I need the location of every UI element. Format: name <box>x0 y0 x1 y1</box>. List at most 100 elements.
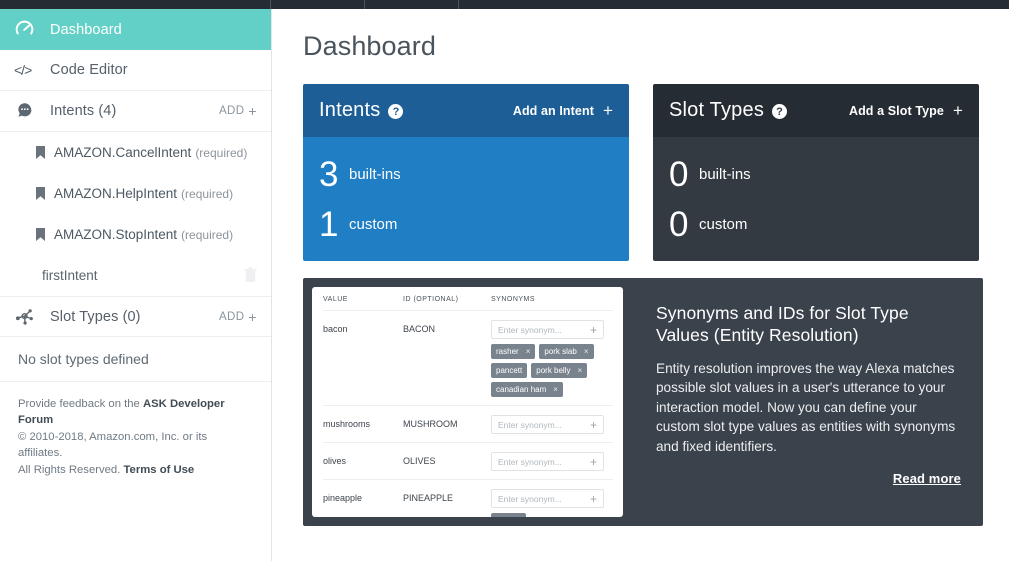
intent-name: AMAZON.HelpIntent <box>54 186 178 201</box>
promo-text: Synonyms and IDs for Slot Type Values (E… <box>631 278 983 526</box>
plus-icon: + <box>602 101 613 120</box>
stat-value: 0 <box>669 204 689 244</box>
add-slot-type-label: ADD <box>218 310 245 323</box>
stat-value: 0 <box>669 154 689 194</box>
slot-values-table: VALUE ID (OPTIONAL) SYNONYMS bacon BACON… <box>312 287 623 517</box>
close-icon[interactable]: × <box>516 516 521 517</box>
cell-value: pineapple <box>323 493 363 503</box>
sidebar-item-code-editor[interactable]: </> Code Editor <box>0 50 271 91</box>
table-row: bacon BACON Enter synonym... + rasher × p… <box>323 311 613 406</box>
summary-cards: Intents ? Add an Intent + 3 built-ins 1 … <box>303 84 979 261</box>
slot-types-card-body: 0 built-ins 0 custom <box>653 137 979 261</box>
stat-custom: 0 custom <box>669 199 963 249</box>
read-more-link[interactable]: Read more <box>656 471 961 486</box>
list-item[interactable]: firstIntent <box>0 255 271 296</box>
code-icon: </> <box>14 62 32 78</box>
stat-custom: 1 custom <box>319 199 613 249</box>
close-icon[interactable]: × <box>526 347 531 356</box>
list-item[interactable]: AMAZON.CancelIntent (required) <box>0 132 271 173</box>
add-slot-type-button[interactable]: ADD + <box>219 310 257 324</box>
synonym-chip[interactable]: pork belly × <box>531 363 588 378</box>
add-intent-label: ADD <box>218 105 245 117</box>
chip-label: pork slab <box>544 347 577 356</box>
bookmark-icon <box>36 228 45 241</box>
chip-label: canadian ham <box>496 385 547 394</box>
slot-types-card-title: Slot Types <box>669 99 765 121</box>
plus-icon[interactable]: + <box>590 419 597 431</box>
intents-icon <box>14 100 40 122</box>
footer-rights-text: All Rights Reserved. <box>18 463 124 476</box>
synonym-placeholder: Enter synonym... <box>498 493 562 504</box>
app-root: Dashboard </> Code Editor Intents (4) AD… <box>0 0 1009 561</box>
intent-name: AMAZON.StopIntent <box>54 227 178 242</box>
intent-required-badge: (required) <box>181 227 234 242</box>
column-header-synonyms: SYNONYMS <box>491 296 536 303</box>
stat-label: built-ins <box>349 165 401 183</box>
synonym-chip[interactable]: fruit × <box>491 513 527 517</box>
cell-synonyms: Enter synonym... + <box>491 452 613 471</box>
stat-label: custom <box>699 215 748 233</box>
synonym-input[interactable]: Enter synonym... + <box>491 489 604 508</box>
chip-label: rasher <box>496 347 519 356</box>
close-icon[interactable]: × <box>584 347 589 356</box>
synonym-chip[interactable]: pork slab × <box>539 344 594 359</box>
footer-line-1: Provide feedback on the ASK Developer Fo… <box>18 396 253 429</box>
delete-icon[interactable] <box>244 266 257 285</box>
add-a-slot-type-label: Add a Slot Type <box>848 103 944 118</box>
plus-icon: + <box>248 308 257 325</box>
intent-required-badge: (required) <box>195 145 248 160</box>
chip-label: fruit <box>496 516 509 517</box>
table-header-row: VALUE ID (OPTIONAL) SYNONYMS <box>323 296 613 311</box>
stat-label: built-ins <box>699 165 751 183</box>
plus-icon[interactable]: + <box>590 493 597 505</box>
table-row: pineapple PINEAPPLE Enter synonym... + f… <box>323 480 613 517</box>
promo-body: Entity resolution improves the way Alexa… <box>656 360 956 455</box>
cell-value: bacon <box>323 324 348 334</box>
top-bar <box>0 0 1009 9</box>
synonym-chips: fruit × <box>491 513 613 517</box>
synonym-input[interactable]: Enter synonym... + <box>491 320 604 339</box>
cell-id: BACON <box>403 324 436 334</box>
list-item[interactable]: AMAZON.StopIntent (required) <box>0 214 271 255</box>
plus-icon[interactable]: + <box>590 324 597 336</box>
sidebar-item-label: Slot Types (0) <box>50 308 141 325</box>
synonym-chip[interactable]: rasher × <box>491 344 536 359</box>
terms-of-use-link[interactable]: Terms of Use <box>123 464 194 476</box>
intents-card-body: 3 built-ins 1 custom <box>303 137 629 261</box>
synonym-input[interactable]: Enter synonym... + <box>491 415 604 434</box>
close-icon[interactable]: × <box>578 366 583 375</box>
help-icon[interactable]: ? <box>388 104 404 119</box>
stat-value: 3 <box>319 154 339 194</box>
synonym-placeholder: Enter synonym... <box>498 324 562 335</box>
plus-icon: + <box>248 103 257 119</box>
close-icon[interactable]: × <box>553 385 558 394</box>
cell-synonyms: Enter synonym... + fruit × <box>491 489 613 517</box>
top-bar-segment <box>459 0 1009 9</box>
plus-icon[interactable]: + <box>590 456 597 468</box>
column-header-value: VALUE <box>323 296 348 303</box>
add-an-intent-button[interactable]: Add an Intent + <box>513 102 613 119</box>
stat-value: 1 <box>319 204 339 244</box>
sidebar-item-dashboard[interactable]: Dashboard <box>0 9 271 50</box>
intent-required-badge: (required) <box>181 186 234 201</box>
synonym-chip[interactable]: pancett <box>491 363 528 378</box>
slot-types-card-header: Slot Types ? Add a Slot Type + <box>653 84 979 137</box>
sidebar-item-slot-types[interactable]: Slot Types (0) ADD + <box>0 296 271 337</box>
list-item[interactable]: AMAZON.HelpIntent (required) <box>0 173 271 214</box>
add-an-intent-label: Add an Intent <box>512 103 594 118</box>
entity-resolution-promo: VALUE ID (OPTIONAL) SYNONYMS bacon BACON… <box>303 278 983 526</box>
sidebar-item-label: Code Editor <box>50 62 128 78</box>
speedometer-icon <box>14 19 40 41</box>
add-a-slot-type-button[interactable]: Add a Slot Type + <box>849 102 963 119</box>
sidebar-item-label: Intents (4) <box>50 103 117 119</box>
add-intent-button[interactable]: ADD + <box>219 104 257 118</box>
cell-value: mushrooms <box>323 419 371 429</box>
help-icon[interactable]: ? <box>772 104 788 119</box>
cell-synonyms: Enter synonym... + rasher × pork slab × pa… <box>491 320 613 397</box>
synonym-input[interactable]: Enter synonym... + <box>491 452 604 471</box>
synonym-chip[interactable]: canadian ham × <box>491 382 563 397</box>
sidebar-item-intents[interactable]: Intents (4) ADD + <box>0 91 271 132</box>
top-bar-segment <box>0 0 271 9</box>
intents-card: Intents ? Add an Intent + 3 built-ins 1 … <box>303 84 629 261</box>
bookmark-icon <box>36 146 45 159</box>
